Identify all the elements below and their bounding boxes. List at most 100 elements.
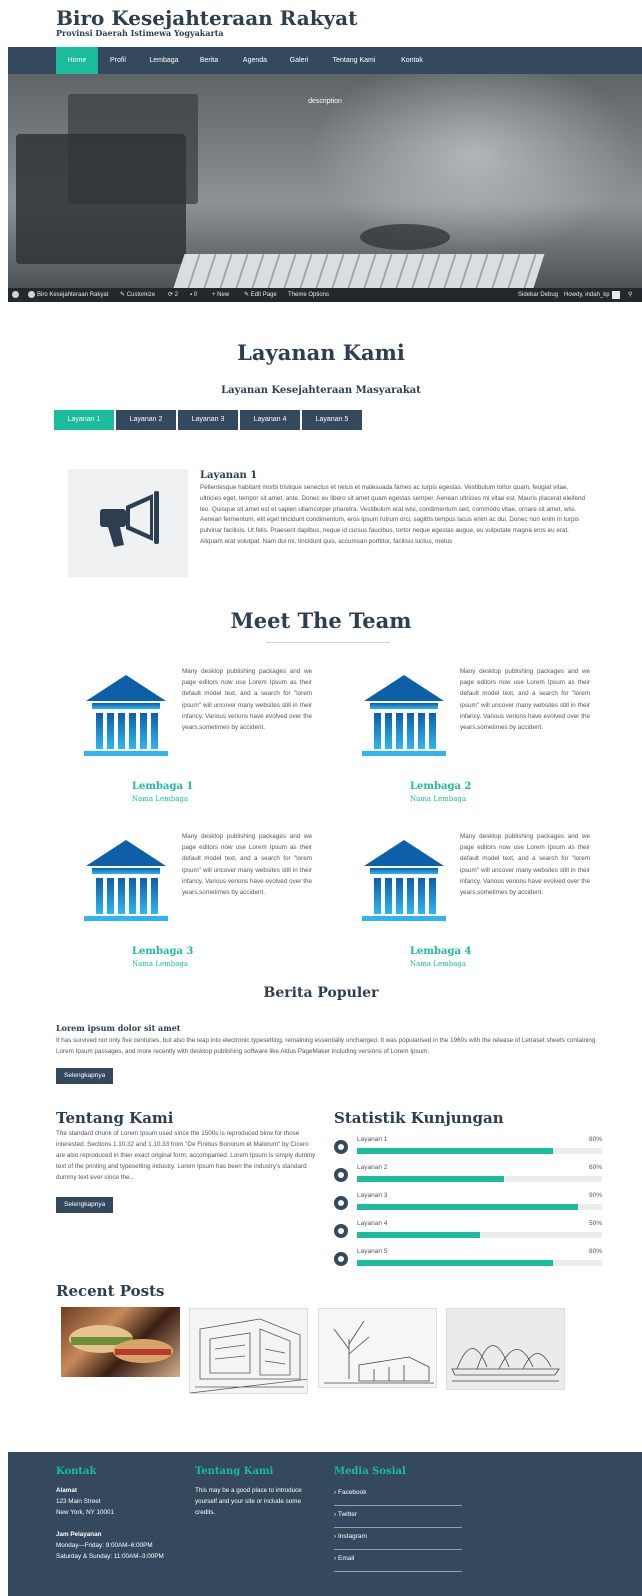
footer-link-facebook[interactable]: › Facebook [334, 1485, 462, 1506]
opera-house-sketch-image [451, 1345, 560, 1382]
footer-jam-label: Jam Pelayanan [56, 1531, 102, 1538]
tentang-heading: Tentang Kami [56, 1109, 174, 1127]
admin-theme-options[interactable]: Theme Options [288, 288, 329, 302]
footer-link-email[interactable]: › Email [334, 1551, 462, 1572]
layanan-subheading: Layanan Kesejahteraan Masyarakat [221, 385, 421, 396]
team-desc: Many desktop publishing packages and we … [460, 668, 590, 732]
footer-alamat-label: Alamat [56, 1487, 77, 1494]
stat-progress-fill [357, 1260, 553, 1266]
layanan-heading: Layanan Kami [237, 340, 405, 365]
admin-customize[interactable]: ✎ Customize [120, 288, 155, 302]
berita-text: It has survived not only five centuries,… [56, 1037, 596, 1055]
stat-percent: 80% [588, 1136, 602, 1143]
layanan-text: Pellentesque habitant morbi tristique se… [200, 484, 585, 545]
admin-updates-count: 2 [174, 292, 179, 298]
building-sketch-image [190, 1318, 307, 1393]
team-desc: Many desktop publishing packages and we … [460, 833, 590, 897]
nav-galeri[interactable]: Galeri [280, 47, 318, 74]
footer: Kontak Alamat 123 Main Street New York, … [8, 1452, 642, 1596]
stat-label: Layanan 1 [357, 1136, 388, 1143]
stat-row: Layanan 1 80% [334, 1136, 602, 1164]
footer-link-label: Facebook [337, 1489, 367, 1496]
tab-layanan-5[interactable]: Layanan 5 [302, 410, 362, 430]
admin-site-link[interactable]: Biro Kesejahteraan Rakyat [28, 288, 108, 302]
stat-progress-fill [357, 1176, 504, 1182]
footer-link-label: Instagram [337, 1533, 367, 1540]
admin-howdy[interactable]: Howdy, indah_kp [564, 288, 610, 302]
footer-link-label: Email [337, 1555, 355, 1562]
admin-new-label: New [217, 292, 230, 298]
nav-agenda[interactable]: Agenda [234, 47, 276, 74]
statistik-heading: Statistik Kunjungan [334, 1109, 504, 1127]
footer-tentang-text: This may be a good place to introduce yo… [195, 1487, 302, 1516]
stat-percent: 80% [588, 1248, 602, 1255]
team-sub: Nama Lembaga [132, 960, 189, 968]
tab-layanan-4[interactable]: Layanan 4 [240, 410, 300, 430]
site-header: Biro Kesejahteraan Rakyat Provinsi Daera… [0, 0, 642, 47]
tab-layanan-2[interactable]: Layanan 2 [116, 410, 176, 430]
person-icon [334, 1224, 348, 1238]
recent-post-thumb-sketch-building[interactable] [189, 1308, 308, 1394]
stat-progress-fill [357, 1232, 480, 1238]
nav-home[interactable]: Home [56, 47, 98, 74]
site-subtitle: Provinsi Daerah Istimewa Yogyakarta [56, 28, 224, 38]
search-icon[interactable]: ⚲ [628, 288, 632, 302]
avatar[interactable] [612, 291, 620, 299]
nav-tentang-kami[interactable]: Tentang Kami [324, 47, 384, 74]
sandwich-image [69, 1325, 173, 1363]
recent-post-thumb-food[interactable] [61, 1307, 180, 1377]
nav-lembaga[interactable]: Lembaga [141, 47, 187, 74]
admin-updates[interactable]: ⟳ 2 [168, 288, 178, 302]
hero-mouse [360, 224, 450, 250]
admin-edit-label: Edit Page [250, 292, 277, 298]
admin-sidebar-debug[interactable]: Sidebar Debug [518, 288, 558, 302]
stat-progress-track [357, 1176, 602, 1182]
footer-jam-line1: Monday—Friday: 9:00AM–6:00PM [56, 1542, 153, 1549]
recent-post-thumb-sketch-opera[interactable] [446, 1308, 565, 1390]
team-heading: Meet The Team [230, 608, 412, 633]
team-sub: Nama Lembaga [410, 960, 467, 968]
admin-new[interactable]: + New [212, 288, 229, 302]
stat-percent: 60% [588, 1164, 602, 1171]
stat-row: Layanan 2 60% [334, 1164, 602, 1192]
stat-progress-track [357, 1148, 602, 1154]
hero-description: description [308, 98, 342, 105]
footer-sosial-heading: Media Sosial [334, 1466, 406, 1477]
site-title[interactable]: Biro Kesejahteraan Rakyat [56, 6, 357, 30]
admin-site-label: Biro Kesejahteraan Rakyat [37, 292, 109, 298]
admin-comments-count: 0 [193, 292, 198, 298]
refresh-icon: ⟳ [168, 292, 175, 298]
footer-link-instagram[interactable]: › Instagram [334, 1529, 462, 1550]
hero-keyboard [171, 254, 545, 288]
tentang-text: The standard chunk of Lorem Ipsum used s… [56, 1130, 316, 1181]
tab-layanan-3[interactable]: Layanan 3 [178, 410, 238, 430]
nav-profil[interactable]: Profil [100, 47, 136, 74]
tab-layanan-1[interactable]: Layanan 1 [54, 410, 114, 430]
footer-jam-line2: Saturday & Sunday: 11:00AM–3:00PM [56, 1553, 164, 1560]
nav-kontak[interactable]: Kontak [392, 47, 432, 74]
nav-berita[interactable]: Berita [190, 47, 228, 74]
wordpress-icon[interactable] [12, 288, 21, 302]
team-name: Lembaga 3 [132, 946, 194, 957]
admin-comments[interactable]: ▪ 0 [190, 288, 197, 302]
stat-row: Layanan 3 90% [334, 1192, 602, 1220]
stat-progress-track [357, 1204, 602, 1210]
institution-icon [360, 838, 448, 924]
admin-edit-page[interactable]: ✎ Edit Page [244, 288, 277, 302]
footer-link-twitter[interactable]: › Twitter [334, 1507, 462, 1528]
megaphone-icon [100, 491, 159, 547]
berita-read-more-button[interactable]: Selengkapnya [56, 1068, 114, 1084]
team-name: Lembaga 4 [410, 946, 472, 957]
stat-percent: 50% [588, 1220, 602, 1227]
team-divider [266, 642, 390, 643]
camera-icon [334, 1168, 348, 1182]
stat-progress-fill [357, 1148, 553, 1154]
admin-bar: Biro Kesejahteraan Rakyat ✎ Customize ⟳ … [8, 288, 642, 302]
team-sub: Nama Lembaga [410, 795, 467, 803]
video-icon [334, 1252, 348, 1266]
stat-label: Layanan 4 [357, 1220, 388, 1227]
berita-title[interactable]: Lorem ipsum dolor sit amet [56, 1023, 180, 1033]
tentang-read-more-button[interactable]: Selengkapnya [56, 1197, 114, 1213]
footer-alamat-line1: 123 Main Street [56, 1498, 101, 1505]
recent-post-thumb-sketch-tree[interactable] [318, 1308, 437, 1388]
